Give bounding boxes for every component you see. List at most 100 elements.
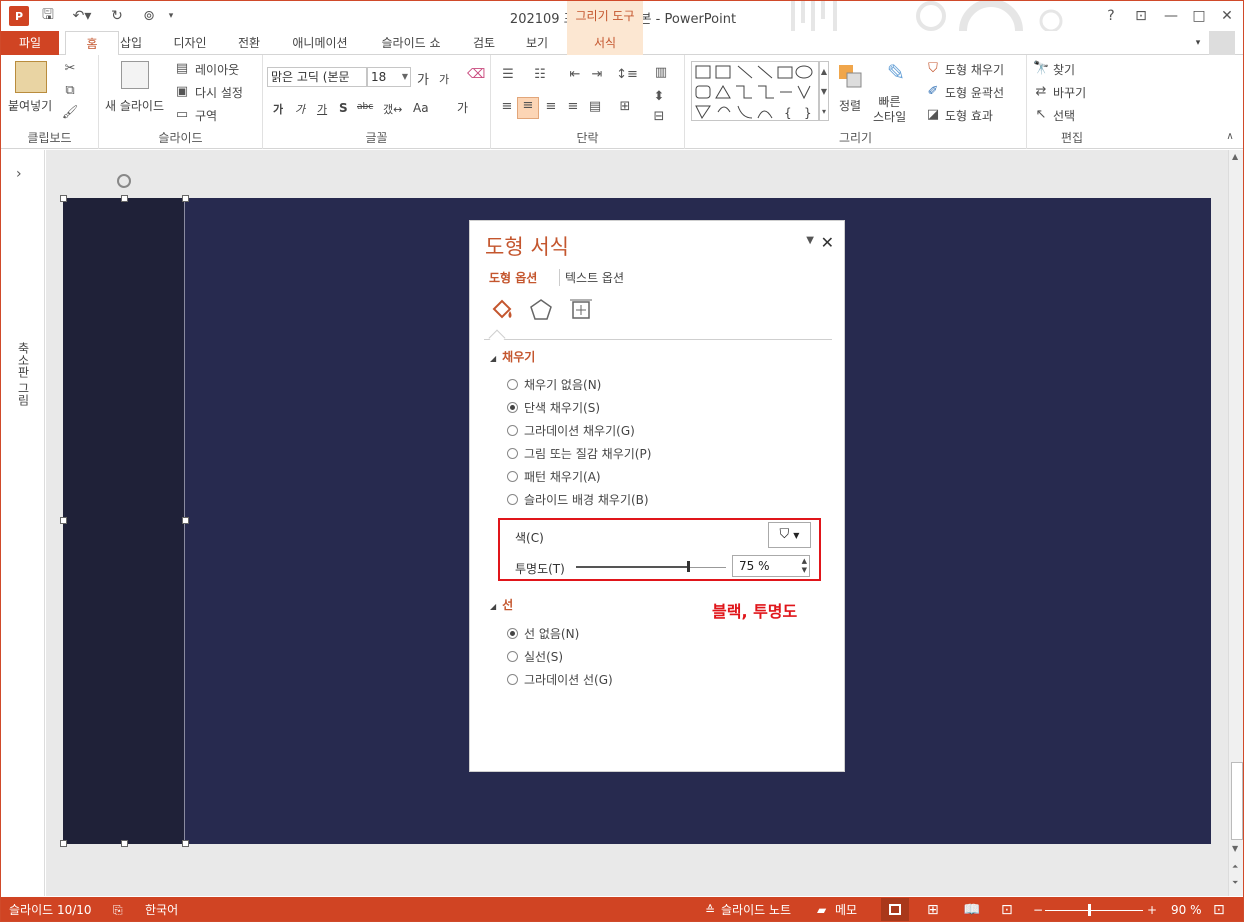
tab-shape-options[interactable]: 도형 옵션 bbox=[489, 269, 537, 286]
shape-outline-icon[interactable]: ✐ bbox=[925, 84, 941, 99]
radio-button-icon[interactable] bbox=[507, 448, 518, 459]
copy-icon[interactable]: ⧉ bbox=[61, 83, 79, 98]
fill-option-radio[interactable]: 패턴 채우기(A) bbox=[507, 468, 601, 485]
fill-color-picker[interactable]: ⛉ ▼ bbox=[768, 522, 811, 548]
account-dropdown-icon[interactable]: ▾ bbox=[1191, 31, 1205, 55]
fill-section-header[interactable]: ◢ 채우기 bbox=[490, 348, 535, 365]
zoom-in-icon[interactable]: + bbox=[1147, 897, 1157, 921]
tab-file[interactable]: 파일 bbox=[1, 31, 59, 55]
paste-button[interactable]: 붙여넣기 bbox=[8, 97, 52, 114]
fill-option-radio[interactable]: 그라데이션 채우기(G) bbox=[507, 422, 635, 439]
char-spacing-button[interactable]: 갰↔ bbox=[383, 101, 402, 117]
line-option-radio[interactable]: 선 없음(N) bbox=[507, 625, 579, 642]
tab-format[interactable]: 서식 bbox=[567, 31, 643, 55]
comments-button[interactable]: 메모 bbox=[835, 897, 857, 921]
tab-design[interactable]: 디자인 bbox=[169, 31, 211, 55]
radio-button-icon[interactable] bbox=[507, 651, 518, 662]
zoom-level[interactable]: 90 % bbox=[1171, 897, 1202, 921]
shape-outline-button[interactable]: 도형 윤곽선 bbox=[945, 84, 1004, 101]
line-section-header[interactable]: ◢ 선 bbox=[490, 596, 513, 613]
align-right-icon[interactable]: ≡ bbox=[543, 99, 559, 114]
font-size-combo[interactable]: 18 ▼ bbox=[367, 67, 411, 87]
tab-slideshow[interactable]: 슬라이드 쇼 bbox=[377, 31, 445, 55]
distributed-icon[interactable]: ▤ bbox=[587, 99, 603, 114]
font-color-button[interactable]: 가 bbox=[457, 99, 468, 116]
minimize-button[interactable]: — bbox=[1159, 4, 1183, 28]
ribbon-display-button[interactable]: ⊡ bbox=[1129, 4, 1153, 28]
spin-buttons[interactable]: ▲ ▼ bbox=[802, 557, 807, 575]
scroll-up-icon[interactable]: ▲ bbox=[1232, 152, 1238, 161]
close-icon[interactable]: ✕ bbox=[821, 233, 834, 252]
bold-button[interactable]: 가 bbox=[273, 101, 283, 117]
section-button[interactable]: 구역 bbox=[195, 107, 217, 124]
zoom-slider-track[interactable] bbox=[1045, 910, 1143, 911]
fill-option-radio[interactable]: 채우기 없음(N) bbox=[507, 376, 601, 393]
shadow-button[interactable]: S bbox=[339, 101, 348, 115]
tab-text-options[interactable]: 텍스트 옵션 bbox=[559, 269, 624, 286]
underline-button[interactable]: 가 bbox=[317, 101, 327, 117]
normal-view-button[interactable] bbox=[881, 898, 909, 921]
format-painter-icon[interactable]: 🖌 bbox=[61, 105, 79, 120]
shape-effects-icon[interactable]: ◪ bbox=[925, 107, 941, 122]
replace-button[interactable]: 바꾸기 bbox=[1053, 84, 1086, 101]
radio-button-icon[interactable] bbox=[507, 379, 518, 390]
resize-handle[interactable] bbox=[121, 195, 128, 202]
align-left-icon[interactable]: ≡ bbox=[499, 99, 515, 114]
size-properties-icon[interactable] bbox=[568, 297, 594, 323]
resize-handle[interactable] bbox=[60, 517, 67, 524]
resize-handle[interactable] bbox=[182, 195, 189, 202]
reset-button[interactable]: 다시 설정 bbox=[195, 84, 243, 101]
scroll-down-icon[interactable]: ▼ bbox=[1232, 844, 1238, 853]
tab-transitions[interactable]: 전환 bbox=[235, 31, 263, 55]
notes-button[interactable]: 슬라이드 노트 bbox=[721, 897, 791, 921]
find-button[interactable]: 찾기 bbox=[1053, 61, 1075, 78]
slide-sorter-icon[interactable]: ⊞ bbox=[927, 897, 939, 921]
resize-handle[interactable] bbox=[182, 517, 189, 524]
decrease-indent-icon[interactable]: ⇤ bbox=[567, 67, 583, 82]
new-slide-icon[interactable] bbox=[121, 61, 149, 89]
line-spacing-icon[interactable]: ↕≡ bbox=[615, 67, 639, 82]
quick-styles-icon[interactable]: ✎ bbox=[881, 61, 911, 91]
italic-button[interactable]: 가 bbox=[295, 101, 305, 117]
radio-button-icon[interactable] bbox=[507, 674, 518, 685]
selected-rectangle-shape[interactable] bbox=[63, 198, 185, 844]
tab-insert[interactable]: 삽입 bbox=[119, 31, 143, 55]
rotate-handle-icon[interactable] bbox=[117, 174, 131, 188]
arrange-button[interactable]: 정렬 bbox=[839, 97, 861, 114]
numbering-icon[interactable]: ☷ bbox=[529, 67, 551, 82]
align-center-icon[interactable]: ≡ bbox=[517, 97, 539, 119]
slideshow-view-icon[interactable]: ⊡ bbox=[1001, 897, 1013, 921]
fill-option-radio[interactable]: 슬라이드 배경 채우기(B) bbox=[507, 491, 649, 508]
shape-effects-button[interactable]: 도형 효과 bbox=[945, 107, 993, 124]
thumbnail-pane-collapsed[interactable]: › 축소판 그림 bbox=[1, 150, 45, 896]
arrange-icon[interactable] bbox=[835, 61, 865, 91]
fit-to-window-icon[interactable]: ⊡ bbox=[1213, 897, 1225, 921]
transparency-input[interactable]: 75 % ▲ ▼ bbox=[732, 555, 810, 577]
shape-fill-icon[interactable]: ⛉ bbox=[925, 61, 941, 76]
columns-icon[interactable]: ▥ bbox=[649, 65, 673, 80]
maximize-button[interactable]: □ bbox=[1187, 4, 1211, 28]
close-button[interactable]: ✕ bbox=[1215, 4, 1239, 28]
radio-button-icon[interactable] bbox=[507, 402, 518, 413]
paste-icon[interactable] bbox=[15, 61, 47, 93]
shapes-gallery-scroll[interactable]: ▲ ▼ ▾ bbox=[819, 61, 829, 121]
grow-font-button[interactable]: 가 bbox=[417, 69, 429, 88]
cut-icon[interactable]: ✂ bbox=[61, 61, 79, 76]
align-text-icon[interactable]: ⬍ bbox=[649, 89, 669, 104]
font-name-combo[interactable]: 맑은 고딕 (본문 bbox=[267, 67, 367, 87]
fill-option-radio[interactable]: 그림 또는 질감 채우기(P) bbox=[507, 445, 651, 462]
resize-handle[interactable] bbox=[182, 840, 189, 847]
select-button[interactable]: 선택 bbox=[1053, 107, 1075, 124]
next-slide-icon[interactable]: ⏷ bbox=[1232, 878, 1238, 888]
tab-review[interactable]: 검토 bbox=[470, 31, 498, 55]
radio-button-icon[interactable] bbox=[507, 628, 518, 639]
tab-home[interactable]: 홈 bbox=[65, 31, 119, 56]
quick-styles-button[interactable]: 빠른 스타일 bbox=[873, 95, 906, 125]
zoom-slider-knob[interactable] bbox=[1088, 904, 1091, 916]
prev-slide-icon[interactable]: ⏶ bbox=[1232, 862, 1238, 872]
resize-handle[interactable] bbox=[60, 195, 67, 202]
fill-line-icon[interactable] bbox=[488, 297, 514, 323]
radio-button-icon[interactable] bbox=[507, 425, 518, 436]
select-icon[interactable]: ↖ bbox=[1033, 107, 1049, 122]
spellcheck-icon[interactable]: ⎘ bbox=[113, 897, 123, 921]
